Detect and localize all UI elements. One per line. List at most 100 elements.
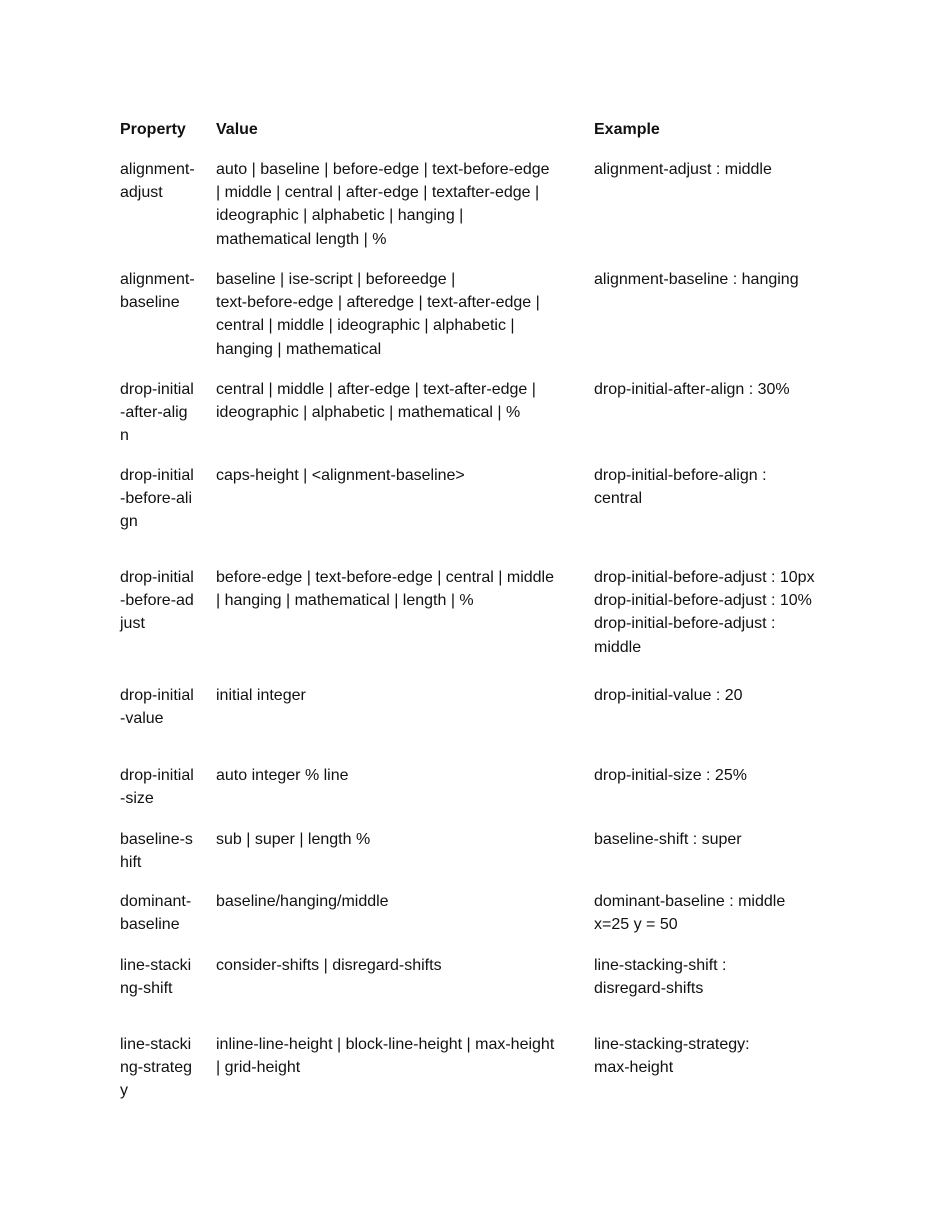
property-cell: alignment-baseline xyxy=(120,268,216,314)
table-row: line-stacki ng-strateg y inline-line-height… xyxy=(120,1033,860,1103)
property-cell: line-stacki ng-strateg y xyxy=(120,1033,216,1103)
example-cell-line: line-stacking-shift : xyxy=(594,957,727,974)
property-cell-line: ng-shift xyxy=(120,980,173,998)
property-cell: drop-initial -value xyxy=(120,684,216,730)
property-cell-line: hift xyxy=(120,854,142,872)
value-cell-line: | hanging | mathematical | length | % xyxy=(216,592,474,610)
property-cell-line: line-stacki xyxy=(120,957,192,974)
property-cell: baseline-s hift xyxy=(120,828,216,874)
table-row: drop-initial -size auto integer % line drop… xyxy=(120,764,860,828)
header-value: Value xyxy=(216,121,258,138)
table-row: drop-initial -value initial integer drop-in… xyxy=(120,684,860,764)
example-cell-line: max-height xyxy=(594,1059,674,1077)
value-cell: auto integer % line xyxy=(216,764,594,787)
property-cell: drop-initial -before-ali gn xyxy=(120,464,216,534)
example-cell: drop-initial-value : 20 xyxy=(594,684,854,707)
property-cell: dominant-baseline xyxy=(120,890,216,936)
property-cell-line: dominant- xyxy=(120,893,192,910)
value-cell: caps-height | <alignment-baseline> xyxy=(216,464,594,487)
property-cell-line: -value xyxy=(120,710,164,728)
value-cell: inline-line-height | block-line-height |… xyxy=(216,1033,594,1079)
value-cell: sub | super | length % xyxy=(216,828,594,851)
example-cell: line-stacking-strategy: max-height xyxy=(594,1033,854,1079)
example-cell-line: disregard-shifts xyxy=(594,980,704,998)
table-header-row: Property Value Example xyxy=(120,118,860,158)
value-cell-line: ideographic | alphabetic | hanging | xyxy=(216,207,464,225)
property-cell-line: ng-strateg xyxy=(120,1059,193,1077)
property-cell-line: -after-alig xyxy=(120,404,188,422)
example-cell-line: alignment-baseline : hanging xyxy=(594,271,799,288)
property-cell: line-stacki ng-shift xyxy=(120,954,216,1000)
table-row: drop-initial -before-ali gn caps-height | <… xyxy=(120,464,860,566)
value-cell: before-edge | text-before-edge | central… xyxy=(216,566,594,612)
value-cell-line: central | middle | ideographic | alphabe… xyxy=(216,317,515,335)
property-cell-line: n xyxy=(120,427,129,445)
table-row: drop-initial -before-ad just before-edge | … xyxy=(120,566,860,684)
property-table: Property Value Example alignment-adjust a… xyxy=(120,118,860,1103)
table-row: alignment-adjust auto | baseline | before… xyxy=(120,158,860,268)
example-cell: dominant-baseline : middle x=25 y = 50 xyxy=(594,890,854,936)
table-row: drop-initial -after-alig n central | middle… xyxy=(120,378,860,464)
table-row: line-stacki ng-shift consider-shifts | dis… xyxy=(120,954,860,1033)
table-body: alignment-adjust auto | baseline | before… xyxy=(120,158,860,1103)
example-cell-line: baseline-shift : super xyxy=(594,831,742,848)
example-cell-line: middle xyxy=(594,638,642,656)
example-cell: alignment-baseline : hanging xyxy=(594,268,854,291)
value-cell-line: auto | baseline | before-edge | text-bef… xyxy=(216,161,550,178)
property-cell-line: y xyxy=(120,1082,128,1100)
property-cell: drop-initial -after-alig n xyxy=(120,378,216,448)
value-cell-line: before-edge | text-before-edge | central… xyxy=(216,569,554,586)
value-cell: baseline | ise-script | beforeedge | text… xyxy=(216,268,594,361)
property-cell: drop-initial -size xyxy=(120,764,216,810)
value-cell-line: caps-height | <alignment-baseline> xyxy=(216,467,465,484)
header-example: Example xyxy=(594,121,660,138)
table-row: alignment-baseline baseline | ise-script … xyxy=(120,268,860,378)
example-cell-line: drop-initial-value : 20 xyxy=(594,687,743,704)
value-cell-line: | grid-height xyxy=(216,1059,301,1077)
value-cell-line: initial integer xyxy=(216,687,306,704)
example-cell: drop-initial-before-align : central xyxy=(594,464,854,510)
value-cell-line: text-before-edge | afteredge | text-afte… xyxy=(216,294,540,312)
example-cell-line: drop-initial-before-adjust : xyxy=(594,615,776,633)
example-cell: alignment-adjust : middle xyxy=(594,158,854,181)
value-cell-line: hanging | mathematical xyxy=(216,340,382,358)
table-row: dominant-baseline baseline/hanging/middle… xyxy=(120,890,860,954)
property-cell: drop-initial -before-ad just xyxy=(120,566,216,636)
example-cell-line: drop-initial-before-align : xyxy=(594,467,767,484)
property-cell-line: gn xyxy=(120,513,138,531)
property-cell-line: baseline xyxy=(120,916,180,934)
header-property: Property xyxy=(120,121,186,138)
property-cell-line: just xyxy=(120,615,145,633)
property-cell-line: drop-initial xyxy=(120,687,194,704)
example-cell: line-stacking-shift : disregard-shifts xyxy=(594,954,854,1000)
property-cell-line: -before-ad xyxy=(120,592,194,610)
property-cell-line: drop-initial xyxy=(120,569,194,586)
example-cell: drop-initial-size : 25% xyxy=(594,764,854,787)
table-row: baseline-s hift sub | super | length % base… xyxy=(120,828,860,890)
example-cell-line: drop-initial-after-align : 30% xyxy=(594,381,790,398)
value-cell-line: baseline/hanging/middle xyxy=(216,893,389,910)
value-cell-line: consider-shifts | disregard-shifts xyxy=(216,957,442,974)
property-cell-line: drop-initial xyxy=(120,381,194,398)
value-cell-line: baseline | ise-script | beforeedge | xyxy=(216,271,456,288)
property-cell-line: baseline xyxy=(120,294,180,312)
example-cell-line: line-stacking-strategy: xyxy=(594,1036,750,1053)
value-cell-line: inline-line-height | block-line-height |… xyxy=(216,1036,555,1053)
property-cell: alignment-adjust xyxy=(120,158,216,204)
value-cell: auto | baseline | before-edge | text-bef… xyxy=(216,158,594,251)
property-cell-line: alignment- xyxy=(120,161,195,178)
property-cell-line: baseline-s xyxy=(120,831,193,848)
value-cell-line: sub | super | length % xyxy=(216,831,371,848)
value-cell: initial integer xyxy=(216,684,594,707)
value-cell-line: central | middle | after-edge | text-aft… xyxy=(216,381,536,398)
property-cell-line: -size xyxy=(120,790,154,808)
property-cell-line: drop-initial xyxy=(120,467,194,484)
example-cell-line: alignment-adjust : middle xyxy=(594,161,772,178)
property-cell-line: line-stacki xyxy=(120,1036,192,1053)
value-cell-line: mathematical length | % xyxy=(216,230,387,248)
value-cell: consider-shifts | disregard-shifts xyxy=(216,954,594,977)
property-cell-line: -before-ali xyxy=(120,490,193,508)
property-cell-line: drop-initial xyxy=(120,767,194,784)
example-cell-line: dominant-baseline : middle xyxy=(594,893,786,910)
example-cell-line: x=25 y = 50 xyxy=(594,916,678,934)
